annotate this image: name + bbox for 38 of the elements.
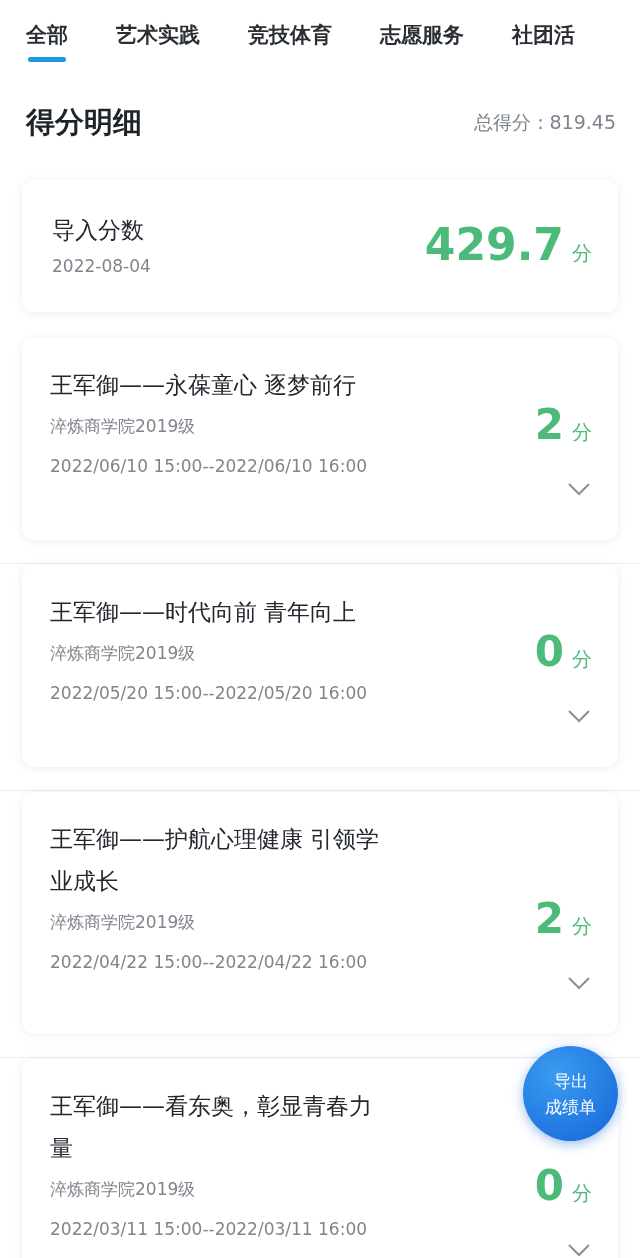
score-unit: 分	[572, 646, 592, 673]
score-value: 0	[534, 630, 564, 674]
total-score: 总得分：819.45	[473, 110, 616, 135]
tab[interactable]: 社团活	[512, 0, 575, 62]
score-unit: 分	[572, 913, 592, 940]
section-title: 得分明细	[26, 104, 142, 141]
activity-title: 王军御——看东奥，彰显青春力量	[50, 1092, 373, 1163]
chevron-down-icon[interactable]	[568, 1244, 590, 1257]
score-unit: 分	[572, 1180, 592, 1207]
chevron-down-icon[interactable]	[568, 710, 590, 723]
organization-label: 淬炼商学院2019级	[50, 415, 197, 438]
activity-card[interactable]: 王军御——永葆童心 逐梦前行 淬炼商学院2019级 2022/06/10 15:00--2022/06/10 16:00 2 分	[22, 338, 618, 540]
activity-time: 2022/06/10 15:00--2022/06/10 16:00	[50, 455, 369, 478]
score-unit: 分	[572, 419, 592, 446]
activity-card[interactable]: 王军御——护航心理健康 引领学业成长 淬炼商学院2019级 2022/04/22 15:00--2022/04/22 16:00 2 分	[22, 792, 618, 1034]
activity-title: 王军御——永葆童心 逐梦前行	[50, 371, 358, 400]
activity-title: 王军御——护航心理健康 引领学业成长	[50, 825, 381, 896]
activity-time: 2022/04/22 15:00--2022/04/22 16:00	[50, 951, 369, 974]
activity-time: 2022/03/11 15:00--2022/03/11 16:00	[50, 1218, 369, 1241]
organization-label: 淬炼商学院2019级	[50, 1178, 197, 1201]
import-date: 2022-08-04	[52, 256, 151, 276]
score-value: 429.7	[424, 218, 564, 270]
score-value: 2	[534, 403, 564, 447]
tab[interactable]: 全部	[26, 0, 68, 62]
organization-label: 淬炼商学院2019级	[50, 642, 197, 665]
activity-time: 2022/05/20 15:00--2022/05/20 16:00	[50, 682, 369, 705]
organization-label: 淬炼商学院2019级	[50, 911, 197, 934]
activity-card[interactable]: 王军御——时代向前 青年向上 淬炼商学院2019级 2022/05/20 15:00--2022/05/20 16:00 0 分	[22, 565, 618, 767]
chevron-down-icon[interactable]	[568, 483, 590, 496]
score-value: 2	[534, 897, 564, 941]
score-value: 0	[534, 1164, 564, 1208]
chevron-down-icon[interactable]	[568, 977, 590, 990]
tab[interactable]: 志愿服务	[380, 0, 464, 62]
import-title: 导入分数	[52, 216, 145, 245]
tab[interactable]: 竞技体育	[248, 0, 332, 62]
score-unit: 分	[572, 239, 592, 267]
tab[interactable]: 艺术实践	[116, 0, 200, 62]
activity-title: 王军御——时代向前 青年向上	[50, 598, 358, 627]
